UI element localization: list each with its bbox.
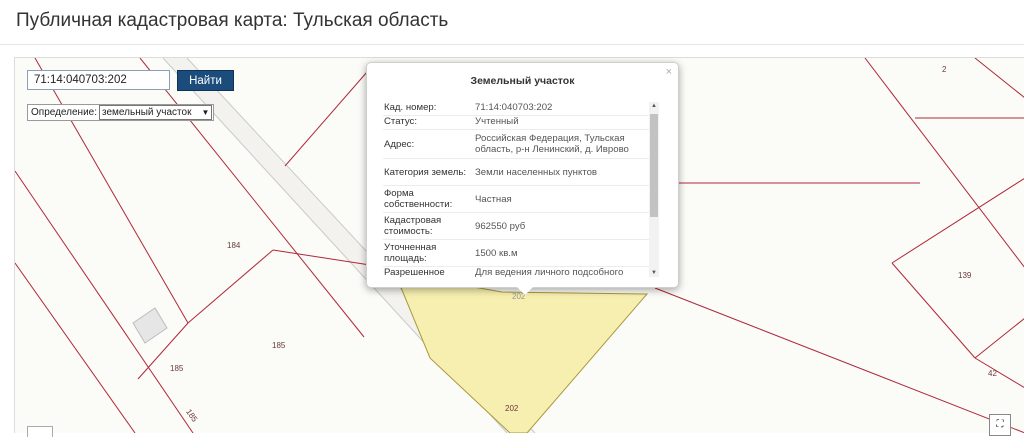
popup-title: Земельный участок — [470, 75, 575, 87]
definition-selected-value: земельный участок — [102, 107, 192, 118]
info-value: Российская Федерация, Тульская область, … — [475, 133, 629, 155]
info-value: Для ведения личного подсобного — [475, 267, 624, 277]
find-button[interactable]: Найти — [177, 70, 234, 91]
info-value: Учтенный — [475, 116, 519, 127]
parcel-info-popup: Земельный участок × Кад. номер: 71:14:04… — [366, 62, 679, 295]
parcel-label: 2 — [942, 65, 947, 74]
parcel-label: 185 — [170, 364, 184, 373]
info-key: Адрес: — [384, 138, 415, 150]
parcel-label: 202 — [505, 404, 519, 413]
parcel-label: 185 — [272, 341, 286, 350]
info-value: 1500 кв.м — [475, 247, 518, 259]
info-key: Уточненная площадь: — [384, 242, 437, 264]
info-value: 71:14:040703:202 — [475, 102, 553, 113]
info-key: Кад. номер: — [384, 102, 437, 113]
cadastral-number-input[interactable] — [27, 70, 170, 90]
info-key: Категория земель: — [384, 166, 467, 178]
scroll-down-icon[interactable]: ▼ — [649, 270, 659, 276]
info-value: Частная — [475, 193, 512, 205]
info-key: Статус: — [384, 116, 417, 127]
parcel-label: 139 — [958, 271, 972, 280]
info-value: Земли населенных пунктов — [475, 166, 597, 178]
info-row: Кад. номер: 71:14:040703:202 — [383, 102, 659, 116]
definition-select[interactable]: земельный участок ▼ — [99, 105, 213, 120]
scroll-up-icon[interactable]: ▲ — [649, 103, 659, 109]
scrollbar-thumb[interactable] — [650, 114, 658, 217]
info-row: Категория земель: Земли населенных пункт… — [383, 159, 659, 186]
info-row: Адрес: Российская Федерация, Тульская об… — [383, 130, 659, 159]
parcel-label: 42 — [988, 369, 997, 378]
info-row: Статус: Учтенный — [383, 116, 659, 130]
info-row: Разрешенное Для ведения личного подсобно… — [383, 267, 659, 277]
info-key: Кадастровая стоимость: — [384, 215, 442, 237]
info-row: Форма собственности: Частная — [383, 186, 659, 213]
chevron-down-icon: ▼ — [201, 108, 210, 117]
popup-pointer — [517, 287, 533, 295]
page-title: Публичная кадастровая карта: Тульская об… — [16, 10, 449, 31]
title-divider — [0, 44, 1024, 45]
definition-label: Определение: — [31, 107, 98, 118]
info-row: Кадастровая стоимость: 962550 руб — [383, 213, 659, 240]
fullscreen-icon[interactable]: ⛶ — [989, 414, 1011, 436]
popup-scrollbar[interactable]: ▲ ▼ — [649, 102, 659, 277]
close-icon[interactable]: × — [666, 66, 672, 78]
info-value: 962550 руб — [475, 220, 526, 232]
parcel-label: 184 — [227, 241, 241, 250]
info-row: Уточненная площадь: 1500 кв.м — [383, 240, 659, 267]
definition-control: Определение: земельный участок ▼ — [27, 104, 215, 121]
popup-info-table: Кад. номер: 71:14:040703:202 Статус: Учт… — [383, 102, 659, 277]
info-key: Разрешенное — [384, 267, 445, 277]
info-key: Форма собственности: — [384, 188, 453, 210]
